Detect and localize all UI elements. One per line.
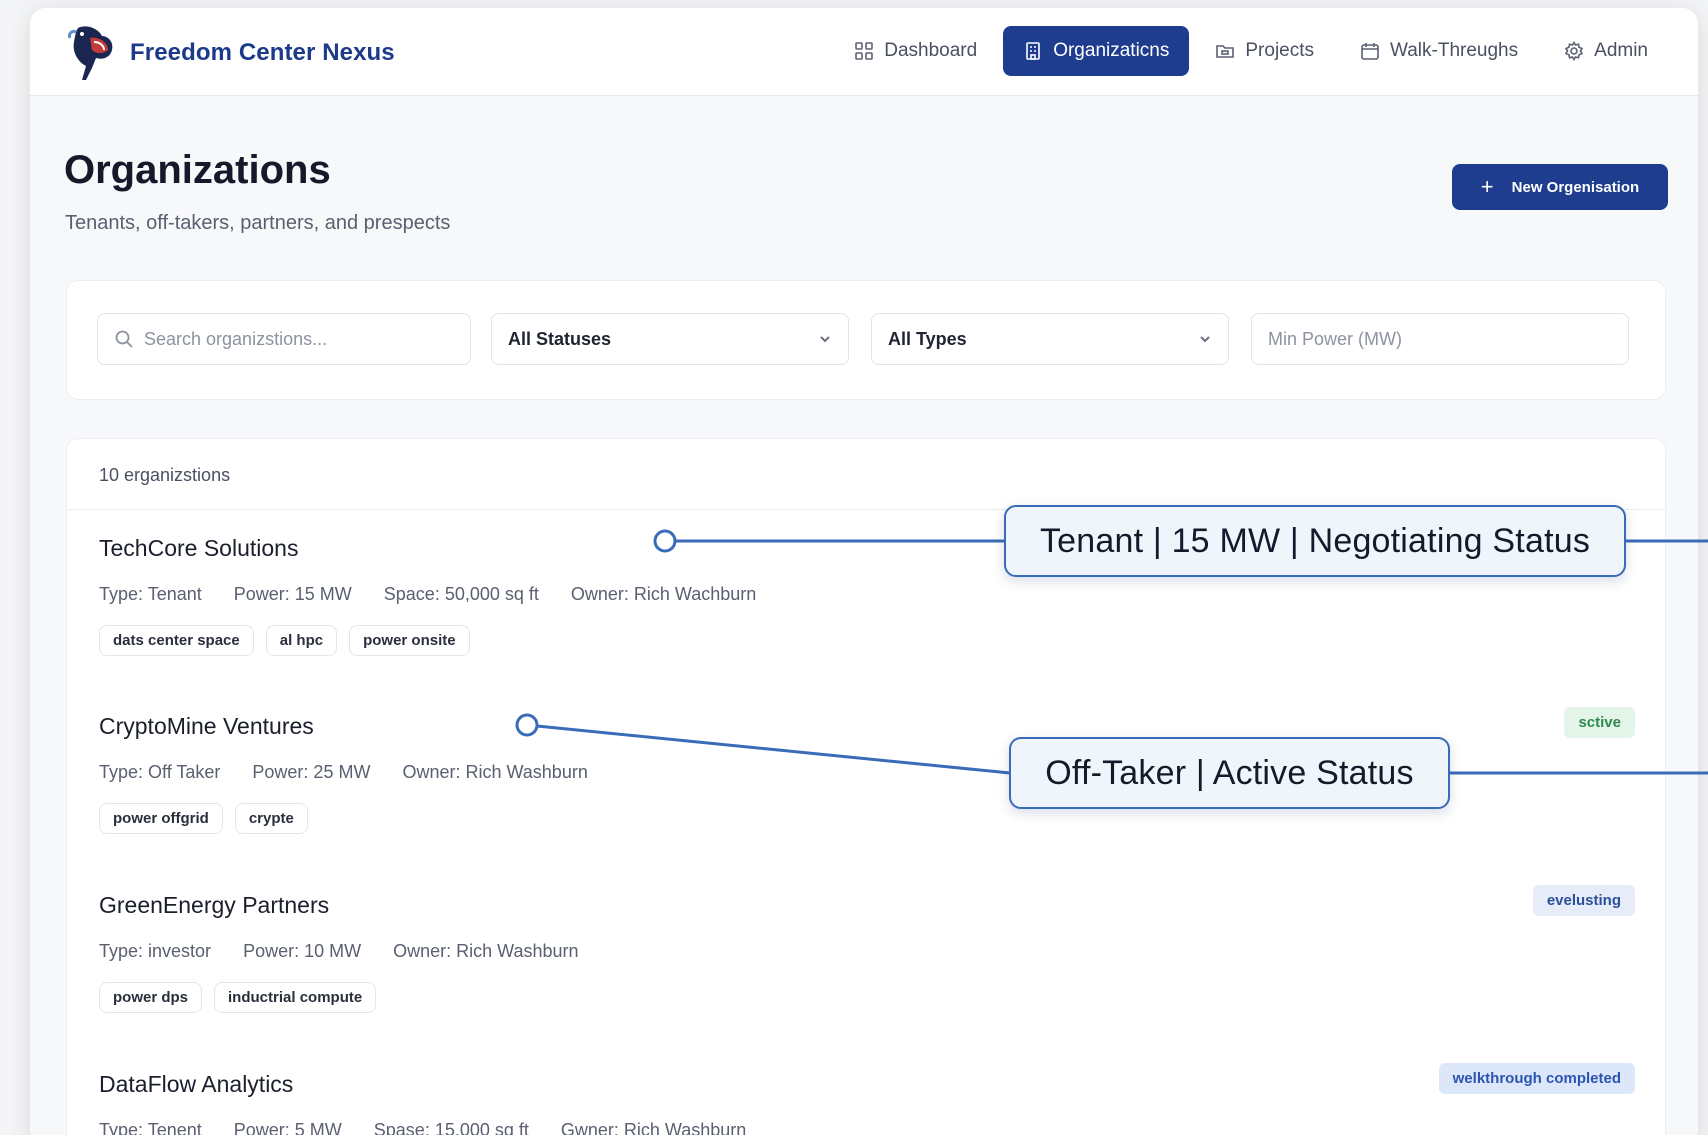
nav-label: Admin — [1594, 40, 1648, 61]
min-power-input[interactable] — [1268, 328, 1612, 350]
new-organization-label: New Orgenisation — [1511, 178, 1640, 196]
main-nav: Dashboard Organizaticns Projects Walk-Th… — [828, 26, 1668, 76]
nav-label: Projects — [1245, 40, 1315, 61]
org-space: Space: 50,000 sq ft — [383, 584, 539, 604]
search-input[interactable] — [144, 328, 454, 350]
org-power: Power: 25 MW — [252, 762, 371, 782]
brand[interactable]: Freedom Center Nexus — [64, 22, 395, 84]
tag: power onsite — [349, 625, 470, 656]
search-field[interactable] — [97, 313, 471, 365]
tag: dats center space — [99, 625, 254, 656]
building-icon — [1026, 42, 1041, 60]
org-owner: Gwner: Rich Washburn — [560, 1120, 747, 1135]
org-meta: Type: Off Taker Power: 25 MW Owner: Rich… — [99, 762, 620, 783]
list-item[interactable]: TechCore Solutions Type: Tenant Power: 1… — [99, 535, 788, 656]
status-badge: evelusting — [1532, 885, 1635, 916]
status-badge: welkthrough completed — [1438, 1063, 1635, 1094]
org-owner: Owner: Rich Washburn — [402, 762, 588, 782]
min-power-field[interactable] — [1251, 313, 1629, 365]
nav-label: Organizaticns — [1053, 40, 1170, 61]
org-power: Power: 15 MW — [233, 584, 352, 604]
org-name[interactable]: DataFlow Analytics — [99, 1071, 778, 1098]
org-tags: power dps inductrial compute — [99, 982, 611, 1013]
org-type: Type: Tenent — [99, 1120, 202, 1135]
chevron-down-icon — [1200, 336, 1210, 343]
list-item[interactable]: GreenEnergy Partners Type: investor Powe… — [99, 892, 611, 1013]
type-select[interactable]: All Types — [871, 313, 1229, 365]
org-type: Type: Off Taker — [99, 762, 221, 782]
nav-admin[interactable]: Admin — [1544, 26, 1668, 76]
org-meta: Type: investor Power: 10 MW Owner: Rich … — [99, 941, 611, 962]
org-name[interactable]: CryptoMine Ventures — [99, 713, 620, 740]
type-select-value: All Types — [888, 328, 967, 349]
list-item[interactable]: CryptoMine Ventures Type: Off Taker Powe… — [99, 713, 620, 834]
list-item[interactable]: DataFlow Analytics Type: Tenent Power: 5… — [99, 1071, 778, 1135]
new-organization-button[interactable]: + New Orgenisation — [1452, 164, 1668, 210]
nav-label: Dashboard — [884, 40, 978, 61]
org-tags: dats center space al hpc power onsite — [99, 625, 788, 656]
gear-icon — [1564, 41, 1584, 61]
org-type: Type: investor — [99, 941, 212, 961]
org-type: Type: Tenant — [99, 584, 202, 604]
chevron-down-icon — [820, 336, 830, 343]
app-name: Freedom Center Nexus — [130, 39, 395, 66]
tag: power offgrid — [99, 803, 223, 834]
tag: power dps — [99, 982, 203, 1013]
page-title: Organizations — [64, 148, 331, 192]
annotation-callout-offtaker: Off-Taker | Active Status — [1009, 737, 1450, 809]
plus-icon: + — [1480, 174, 1494, 199]
annotation-callout-tenant: Tenant | 15 MW | Negotiating Status — [1004, 505, 1626, 577]
folder-icon — [1216, 45, 1235, 58]
nav-dashboard[interactable]: Dashboard — [834, 26, 997, 76]
tag: inductrial compute — [214, 982, 377, 1013]
tag: al hpc — [265, 625, 338, 656]
org-owner: Owner: Rich Washburn — [393, 941, 579, 961]
org-name[interactable]: GreenEnergy Partners — [99, 892, 611, 919]
org-space: Spase: 15,000 sq ft — [373, 1120, 529, 1135]
status-select[interactable]: All Statuses — [491, 313, 849, 365]
nav-label: Walk-Threughs — [1390, 40, 1519, 61]
org-meta: Type: Tenent Power: 5 MW Spase: 15,000 s… — [99, 1120, 778, 1135]
status-badge: sctive — [1564, 707, 1635, 738]
search-icon — [115, 330, 133, 348]
org-name[interactable]: TechCore Solutions — [99, 535, 788, 562]
grid-icon — [855, 42, 874, 60]
org-tags: power offgrid crypte — [99, 803, 620, 834]
calendar-icon — [1361, 43, 1379, 60]
nav-walk-throughs[interactable]: Walk-Threughs — [1340, 26, 1538, 76]
page-subtitle: Tenants, off-takers, partners, and presp… — [65, 212, 451, 234]
org-owner: Owner: Rich Wachburn — [570, 584, 757, 604]
organization-count: 10 erganizstions — [99, 465, 231, 485]
org-power: Power: 5 MW — [233, 1120, 342, 1135]
top-navigation-bar: Freedom Center Nexus Dashboard Organizat… — [30, 8, 1698, 96]
tag: crypte — [234, 803, 308, 834]
status-select-value: All Statuses — [508, 328, 612, 349]
nav-organizations[interactable]: Organizaticns — [1003, 26, 1190, 76]
org-meta: Type: Tenant Power: 15 MW Space: 50,000 … — [99, 584, 788, 605]
filter-panel: All Statuses All Types — [66, 280, 1666, 400]
eagle-logo-icon — [68, 26, 113, 81]
org-power: Power: 10 MW — [243, 941, 362, 961]
nav-projects[interactable]: Projects — [1195, 26, 1334, 76]
